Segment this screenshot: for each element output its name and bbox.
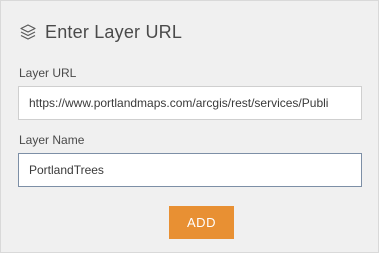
panel-title: Enter Layer URL [45, 21, 183, 42]
layer-name-label: Layer Name [19, 133, 85, 147]
layers-icon [19, 23, 37, 41]
add-button[interactable]: ADD [169, 206, 234, 239]
panel-header: Enter Layer URL [19, 19, 182, 45]
add-layer-panel: Enter Layer URL Layer URL Layer Name ADD [0, 0, 379, 253]
layer-url-input[interactable] [18, 86, 362, 120]
layer-url-label: Layer URL [19, 66, 77, 80]
layer-name-input[interactable] [18, 153, 362, 187]
